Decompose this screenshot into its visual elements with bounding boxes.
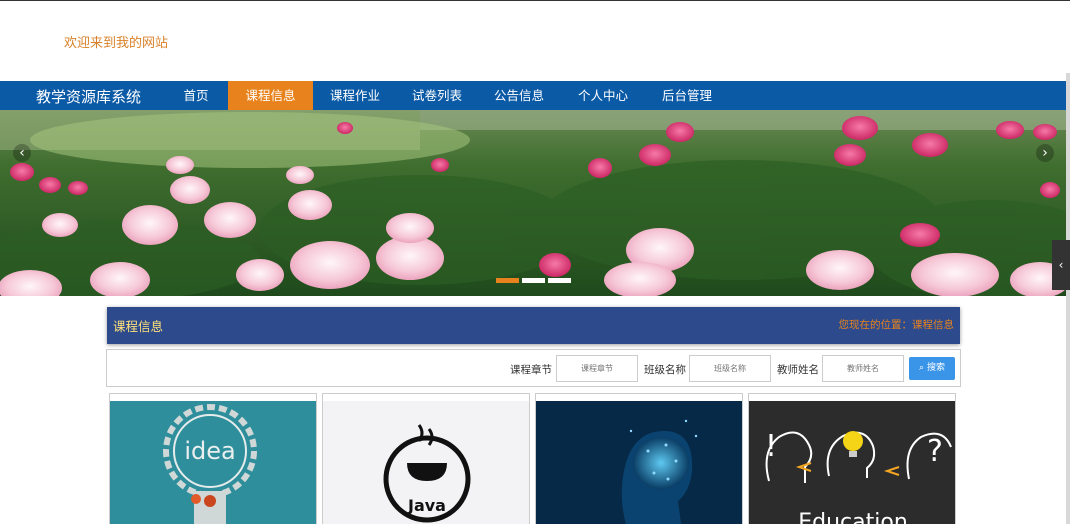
course-card-4[interactable]: ! ? Education (748, 393, 956, 524)
education-text: Education (798, 510, 908, 524)
breadcrumb: 您现在的位置：课程信息 (838, 319, 955, 331)
hero-carousel[interactable]: ‹ › (0, 110, 1066, 296)
site-brand[interactable]: 教学资源库系统 (36, 86, 141, 107)
teacher-name-label: 教师姓名 (777, 364, 819, 376)
welcome-text: 欢迎来到我的网站 (64, 36, 169, 51)
svg-text:!: ! (765, 429, 777, 464)
nav-item-admin[interactable]: 后台管理 (650, 81, 724, 110)
search-button-label: 搜索 (926, 363, 945, 373)
course-image-education: ! ? Education (749, 401, 955, 524)
side-panel-toggle[interactable]: ‹ (1052, 240, 1070, 290)
class-name-label: 班级名称 (644, 364, 686, 376)
nav-item-personal-center[interactable]: 个人中心 (566, 81, 640, 110)
class-name-input[interactable] (689, 355, 771, 382)
page-scrollbar[interactable] (1066, 73, 1070, 524)
section-header: 课程信息 您现在的位置：课程信息 (107, 307, 960, 344)
section-title: 课程信息 (113, 319, 164, 334)
carousel-dot-3[interactable] (548, 278, 571, 283)
course-card-2[interactable]: Java (322, 393, 530, 524)
carousel-next-button[interactable]: › (1036, 144, 1054, 162)
carousel-dot-2[interactable] (522, 278, 545, 283)
nav-item-course-homework[interactable]: 课程作业 (318, 81, 392, 110)
chevron-left-icon: ‹ (1058, 258, 1064, 272)
chapter-label: 课程章节 (510, 364, 552, 376)
course-card-1[interactable]: idea (109, 393, 317, 524)
page: 欢迎来到我的网站 教学资源库系统 首页 课程信息 课程作业 试卷列表 公告信息 … (0, 0, 1070, 524)
idea-text: idea (184, 437, 235, 465)
nav-item-course-info[interactable]: 课程信息 (228, 81, 313, 110)
svg-text:?: ? (927, 434, 943, 469)
carousel-slide-peony-field (0, 110, 1066, 296)
search-button[interactable]: ⌕ 搜索 (909, 357, 955, 380)
course-image-idea: idea (110, 401, 316, 524)
course-card-3[interactable] (535, 393, 743, 524)
course-image-java: Java (323, 401, 529, 524)
nav-item-exam-list[interactable]: 试卷列表 (400, 81, 474, 110)
java-logo-text: Java (407, 496, 446, 515)
search-icon: ⌕ (919, 363, 925, 373)
nav-item-home[interactable]: 首页 (170, 81, 222, 110)
nav-item-announcements[interactable]: 公告信息 (482, 81, 556, 110)
teacher-name-input[interactable] (822, 355, 904, 382)
chapter-input[interactable] (556, 355, 638, 382)
carousel-prev-button[interactable]: ‹ (13, 144, 31, 162)
course-image-ai-head (536, 401, 742, 524)
main-navbar: 教学资源库系统 首页 课程信息 课程作业 试卷列表 公告信息 个人中心 后台管理 (0, 81, 1066, 110)
search-bar: 课程章节 班级名称 教师姓名 ⌕ 搜索 (106, 349, 961, 387)
carousel-dot-1[interactable] (496, 278, 519, 283)
